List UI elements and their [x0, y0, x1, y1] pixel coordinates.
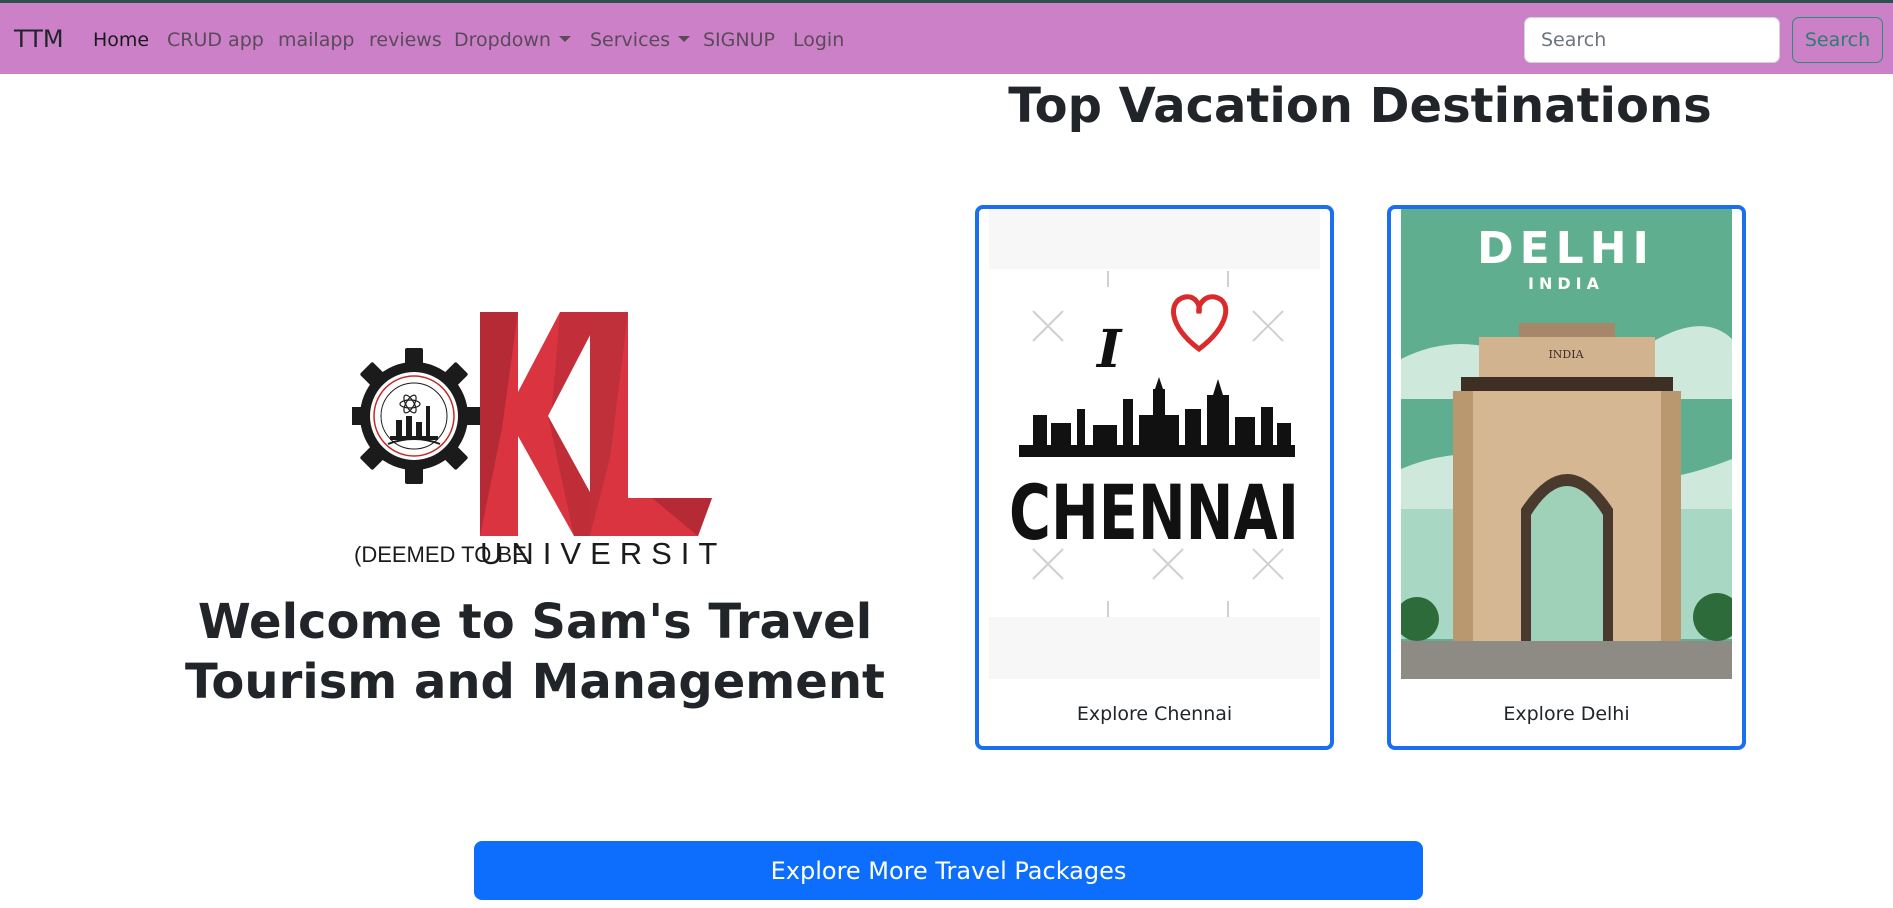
brand-logo[interactable]: TTM — [14, 25, 64, 53]
nav-reviews[interactable]: reviews — [369, 29, 442, 51]
section-title: Top Vacation Destinations — [1008, 78, 1712, 134]
nav-services[interactable]: Services — [590, 29, 691, 51]
kl-university-logo: (DEEMED TO BE UNIVERSITY) — [352, 312, 722, 570]
nav-services-label: Services — [590, 29, 671, 51]
card-caption[interactable]: Explore Chennai — [979, 703, 1330, 725]
nav-signup[interactable]: SIGNUP — [703, 29, 775, 51]
delhi-art-sub: INDIA — [1528, 274, 1604, 293]
nav-login[interactable]: Login — [793, 29, 844, 51]
delhi-gate-text: INDIA — [1548, 348, 1584, 361]
caret-down-icon — [558, 35, 571, 42]
chennai-image: I CHENNAI — [989, 209, 1320, 679]
chennai-art-prefix: I — [1095, 319, 1123, 380]
nav-home[interactable]: Home — [93, 29, 149, 51]
search-button[interactable]: Search — [1792, 17, 1883, 63]
welcome-heading: Welcome to Sam's Travel Tourism and Mana… — [185, 594, 885, 710]
nav-dropdown-label: Dropdown — [454, 29, 551, 51]
nav-dropdown[interactable]: Dropdown — [454, 29, 571, 51]
nav-mailapp[interactable]: mailapp — [278, 29, 354, 51]
chennai-art-text: CHENNAI — [1009, 468, 1299, 557]
navbar: TTM Home CRUD app mailapp reviews Dropdo… — [0, 3, 1893, 74]
delhi-art-title: DELHI — [1477, 223, 1655, 274]
destination-card-chennai[interactable]: I CHENNAI Explore Chennai — [975, 205, 1334, 750]
card-caption[interactable]: Explore Delhi — [1391, 703, 1742, 725]
explore-packages-button[interactable]: Explore More Travel Packages — [474, 841, 1423, 900]
logo-line2: UNIVERSITY) — [480, 536, 722, 570]
caret-down-icon — [678, 35, 691, 42]
nav-crud-app[interactable]: CRUD app — [167, 29, 264, 51]
delhi-image: DELHI INDIA INDIA — [1401, 209, 1732, 679]
search-input[interactable] — [1524, 17, 1780, 63]
destination-card-delhi[interactable]: DELHI INDIA INDIA Explore Delhi — [1387, 205, 1746, 750]
